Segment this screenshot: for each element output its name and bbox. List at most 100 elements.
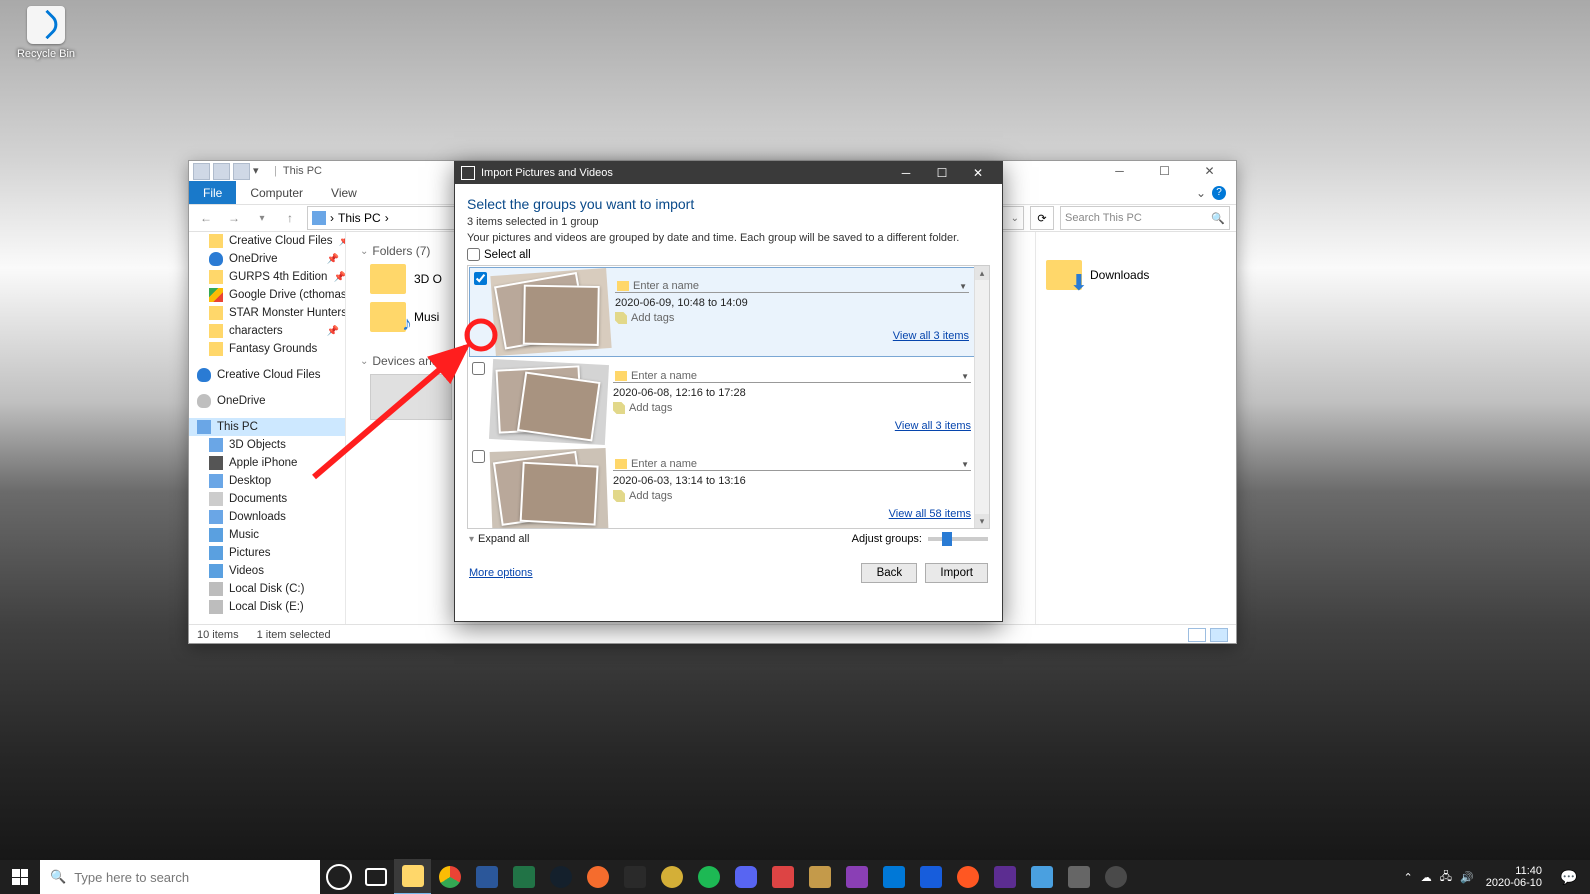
sidebar-item-characters[interactable]: characters📌 — [189, 322, 345, 340]
taskbar-epic[interactable] — [616, 860, 653, 894]
adjust-slider[interactable] — [928, 537, 988, 541]
taskbar-cortana[interactable] — [320, 860, 357, 894]
taskbar-origin[interactable] — [579, 860, 616, 894]
qat-icon-3[interactable] — [233, 163, 250, 180]
taskbar-app3[interactable] — [801, 860, 838, 894]
view-tiles-icon[interactable] — [1210, 628, 1228, 642]
group-3-checkbox[interactable] — [472, 450, 485, 463]
sidebar-item-onedrive[interactable]: OneDrive📌 — [189, 250, 345, 268]
taskbar-app8[interactable] — [1097, 860, 1134, 894]
address-dropdown[interactable]: ⌄ — [1011, 213, 1019, 224]
search-box[interactable]: Search This PC 🔍 — [1060, 206, 1230, 230]
dropdown-icon[interactable]: ▼ — [961, 460, 969, 469]
group-1-checkbox[interactable] — [474, 272, 487, 285]
folder-item-music[interactable]: Musi — [370, 302, 439, 332]
taskbar-app7[interactable] — [1060, 860, 1097, 894]
sidebar-item-documents[interactable]: Documents — [189, 490, 345, 508]
refresh-button[interactable]: ⟳ — [1030, 206, 1054, 230]
sidebar-item-gdrive[interactable]: Google Drive (cthomas@📌 — [189, 286, 345, 304]
import-minimize[interactable]: ─ — [888, 162, 924, 184]
group-2-viewall[interactable]: View all 3 items — [895, 420, 971, 432]
tray-volume-icon[interactable]: 🔊 — [1460, 871, 1474, 884]
address-location[interactable]: This PC — [338, 211, 381, 225]
nav-back[interactable]: ← — [195, 207, 217, 229]
taskbar-app2[interactable] — [764, 860, 801, 894]
dropdown-icon[interactable]: ▼ — [961, 372, 969, 381]
expand-all[interactable]: Expand all — [478, 533, 529, 545]
import-group-2[interactable]: Enter a name▼ 2020-06-08, 12:16 to 17:28… — [468, 358, 989, 446]
taskbar-spotify[interactable] — [690, 860, 727, 894]
import-group-3[interactable]: Enter a name▼ 2020-06-03, 13:14 to 13:16… — [468, 446, 989, 529]
taskbar-steam[interactable] — [542, 860, 579, 894]
nav-history[interactable]: ▾ — [251, 207, 273, 229]
group-2-tags[interactable]: Add tags — [613, 402, 971, 414]
scrollbar[interactable]: ▴ ▾ — [974, 266, 989, 528]
import-close[interactable]: ✕ — [960, 162, 996, 184]
taskbar-bitwarden[interactable] — [912, 860, 949, 894]
expand-chevron-icon[interactable]: ▾ — [469, 534, 474, 545]
sidebar-item-ccf2[interactable]: Creative Cloud Files — [189, 366, 345, 384]
group-1-name-field[interactable]: Enter a name▼ — [615, 280, 969, 293]
sidebar-item-desktop[interactable]: Desktop — [189, 472, 345, 490]
taskbar-app6[interactable] — [949, 860, 986, 894]
group-3-viewall[interactable]: View all 58 items — [889, 508, 971, 520]
nav-up[interactable]: ↑ — [279, 207, 301, 229]
sidebar-item-disk-c[interactable]: Local Disk (C:) — [189, 580, 345, 598]
taskbar-search[interactable]: 🔍 Type here to search — [40, 860, 320, 894]
taskbar-app1[interactable] — [653, 860, 690, 894]
qat-dropdown[interactable]: ▾ — [253, 164, 268, 179]
select-all-checkbox[interactable] — [467, 248, 480, 261]
sidebar-item-gurps[interactable]: GURPS 4th Edition📌 — [189, 268, 345, 286]
folder-item-downloads[interactable]: Downloads — [1046, 260, 1236, 290]
taskbar-app4[interactable] — [838, 860, 875, 894]
dropdown-icon[interactable]: ▼ — [959, 282, 967, 291]
scroll-up-icon[interactable]: ▴ — [975, 266, 989, 280]
import-titlebar[interactable]: Import Pictures and Videos ─ ☐ ✕ — [455, 162, 1002, 184]
taskbar-explorer[interactable] — [394, 859, 431, 894]
tray-network-icon[interactable]: 🖧 — [1440, 868, 1452, 887]
qat-icon-1[interactable] — [193, 163, 210, 180]
sidebar-item-thispc[interactable]: This PC — [189, 418, 345, 436]
import-button[interactable]: Import — [925, 563, 988, 583]
taskbar-taskview[interactable] — [357, 860, 394, 894]
tray-notifications[interactable]: 💬 — [1554, 869, 1584, 886]
taskbar-app5[interactable] — [875, 860, 912, 894]
group-3-tags[interactable]: Add tags — [613, 490, 971, 502]
group-2-checkbox[interactable] — [472, 362, 485, 375]
group-3-name-field[interactable]: Enter a name▼ — [613, 458, 971, 471]
sidebar-item-star[interactable]: STAR Monster Hunters SI📌 — [189, 304, 345, 322]
taskbar-discord[interactable] — [727, 860, 764, 894]
sidebar-item-pictures[interactable]: Pictures — [189, 544, 345, 562]
group-2-name-field[interactable]: Enter a name▼ — [613, 370, 971, 383]
back-button[interactable]: Back — [861, 563, 917, 583]
explorer-minimize[interactable]: ─ — [1097, 161, 1142, 181]
tray-overflow-icon[interactable]: ⌃ — [1404, 871, 1413, 884]
ribbon-file[interactable]: File — [189, 181, 236, 204]
explorer-maximize[interactable]: ☐ — [1142, 161, 1187, 181]
start-button[interactable] — [0, 860, 40, 894]
folder-item-3d[interactable]: 3D O — [370, 264, 442, 294]
taskbar-word[interactable] — [468, 860, 505, 894]
qat-icon-2[interactable] — [213, 163, 230, 180]
taskbar-chrome[interactable] — [431, 860, 468, 894]
ribbon-tab-computer[interactable]: Computer — [236, 181, 317, 204]
taskbar-excel[interactable] — [505, 860, 542, 894]
slider-knob[interactable] — [942, 532, 952, 546]
sidebar-item-music[interactable]: Music — [189, 526, 345, 544]
tray-onedrive-icon[interactable]: ☁ — [1421, 871, 1432, 884]
sidebar-item-downloads[interactable]: Downloads — [189, 508, 345, 526]
sidebar-item-videos[interactable]: Videos — [189, 562, 345, 580]
import-group-1[interactable]: Enter a name▼ 2020-06-09, 10:48 to 14:09… — [469, 267, 988, 357]
sidebar-item-fg[interactable]: Fantasy Grounds — [189, 340, 345, 358]
sidebar-item-3d[interactable]: 3D Objects — [189, 436, 345, 454]
import-maximize[interactable]: ☐ — [924, 162, 960, 184]
taskbar-vstudio[interactable] — [986, 860, 1023, 894]
sidebar-item-iphone[interactable]: Apple iPhone — [189, 454, 345, 472]
nav-forward[interactable]: → — [223, 207, 245, 229]
recycle-bin[interactable]: Recycle Bin — [8, 6, 84, 60]
more-options[interactable]: More options — [469, 567, 533, 579]
taskbar-photos[interactable] — [1023, 860, 1060, 894]
ribbon-collapse-icon[interactable]: ⌄ — [1196, 186, 1206, 200]
group-1-viewall[interactable]: View all 3 items — [893, 330, 969, 342]
sidebar-item-od2[interactable]: OneDrive — [189, 392, 345, 410]
